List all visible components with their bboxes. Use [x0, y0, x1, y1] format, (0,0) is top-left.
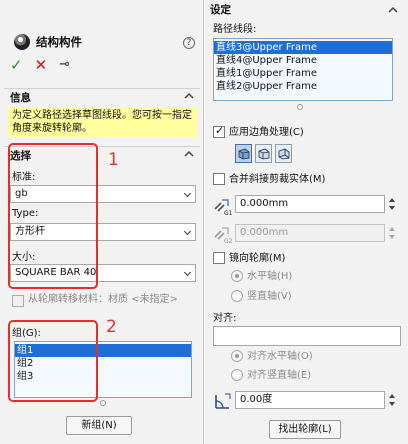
end-miter-icon [258, 148, 269, 159]
size-label: 大小: [12, 252, 36, 263]
mirror-profile-label: 镜向轮廓(M) [229, 253, 286, 264]
confirm-toolbar: ✓ ✕ ⊸ [10, 56, 70, 74]
structural-member-panel: 结构构件 ? ✓ ✕ ⊸ 信息 为定义路径选择草图线段。您可按一指定角度来旋转轮… [0, 0, 204, 444]
group-list[interactable]: 组1 组2 组3 [14, 341, 192, 398]
end-butt-button[interactable] [275, 144, 292, 163]
align-vertical-radio[interactable] [231, 369, 243, 381]
type-label: Type: [12, 208, 39, 219]
path-segment-item[interactable]: 直线3@Upper Frame [214, 41, 392, 54]
corner-treatment-row: 应用边角处理(C) [213, 124, 403, 140]
align-horizontal-radio[interactable] [231, 350, 243, 362]
vertical-axis-radio[interactable] [231, 290, 243, 302]
info-section-header[interactable]: 信息 [4, 88, 200, 106]
end-trim-button[interactable] [235, 144, 252, 163]
align-horizontal-label: 对齐水平轴(O) [247, 351, 313, 362]
size-dropdown[interactable]: SQUARE BAR 40 [10, 264, 196, 282]
corner-treatment-label: 应用边角处理(C) [229, 127, 304, 138]
cancel-button[interactable]: ✕ [35, 57, 48, 73]
info-header-label: 信息 [10, 92, 31, 104]
panel-header: 结构构件 [14, 33, 194, 51]
end-trim-icon [238, 148, 249, 159]
merge-miter-checkbox[interactable] [213, 173, 225, 185]
group-list-item[interactable]: 组1 [15, 344, 191, 357]
path-segment-item[interactable]: 直线2@Upper Frame [214, 80, 392, 93]
group-list-item[interactable]: 组2 [15, 357, 191, 370]
horizontal-axis-radio[interactable] [231, 270, 243, 282]
vertical-axis-label: 竖直轴(V) [247, 291, 292, 302]
path-segment-item[interactable]: 直线1@Upper Frame [214, 67, 392, 80]
path-segments-label: 路径线段: [213, 24, 257, 35]
annotation-number-1: 1 [108, 150, 119, 170]
gap-trim-segment-icon: G2 [214, 227, 233, 244]
collapse-chevron-icon[interactable] [184, 91, 194, 101]
collapse-chevron-icon[interactable] [388, 5, 398, 15]
panel-title: 结构构件 [36, 35, 82, 49]
gap-weld-segment-icon: G1 [214, 199, 233, 216]
merge-row: 合并斜接剪裁实体(M) [213, 173, 403, 187]
group-label: 组(G): [12, 328, 41, 339]
rotation-angle-icon [215, 393, 231, 409]
list-resize-handle[interactable] [100, 400, 106, 406]
rotation-angle-spinner[interactable] [387, 391, 397, 409]
corner-type-buttons [235, 144, 292, 163]
gap1-input[interactable]: 0.000mm [235, 195, 385, 213]
list-resize-handle[interactable] [297, 104, 303, 110]
rotation-angle-input[interactable]: 0.00度 [235, 391, 385, 409]
align-vertical-label: 对齐竖直轴(E) [247, 370, 312, 381]
transfer-material-label: 从轮廓转移材料：材质 <未指定> [28, 294, 178, 305]
align-label: 对齐: [213, 313, 237, 324]
help-icon[interactable]: ? [183, 37, 195, 49]
standard-dropdown[interactable]: gb [10, 185, 196, 203]
structural-member-icon [14, 34, 30, 50]
vertical-axis-option[interactable]: 竖直轴(V) [231, 290, 391, 304]
gap1-icon-label: G1 [224, 210, 233, 216]
annotation-number-2: 2 [106, 317, 117, 337]
selection-section-header[interactable]: 选择 [4, 146, 200, 164]
info-message: 为定义路径选择草图线段。您可按一指定角度来旋转轮廓。 [8, 108, 198, 138]
collapse-chevron-icon[interactable] [184, 149, 194, 159]
corner-treatment-checkbox[interactable] [213, 124, 225, 138]
gap2-icon-label: G2 [224, 238, 233, 244]
gap1-spinner[interactable] [387, 195, 397, 213]
horizontal-axis-label: 水平轴(H) [247, 271, 293, 282]
ok-button[interactable]: ✓ [10, 57, 23, 73]
align-vertical-option[interactable]: 对齐竖直轴(E) [231, 369, 391, 383]
gap2-input[interactable]: 0.000mm [235, 224, 385, 242]
settings-header-label: 设定 [210, 4, 231, 16]
end-butt-icon [278, 148, 289, 159]
selection-header-label: 选择 [10, 150, 31, 162]
standard-label: 标准: [12, 172, 36, 183]
type-dropdown[interactable]: 方形杆 [10, 223, 196, 241]
path-segments-list[interactable]: 直线3@Upper Frame 直线4@Upper Frame 直线1@Uppe… [213, 38, 393, 101]
path-segment-item[interactable]: 直线4@Upper Frame [214, 54, 392, 67]
mirror-profile-row: 镜向轮廓(M) [213, 252, 403, 266]
settings-panel: 设定 路径线段: 直线3@Upper Frame 直线4@Upper Frame… [205, 0, 408, 444]
end-miter-button[interactable] [255, 144, 272, 163]
find-profile-button[interactable]: 找出轮廓(L) [269, 420, 341, 439]
horizontal-axis-option[interactable]: 水平轴(H) [231, 270, 391, 284]
mirror-profile-checkbox[interactable] [213, 252, 225, 264]
group-list-item[interactable]: 组3 [15, 370, 191, 383]
gap2-spinner[interactable] [387, 224, 397, 242]
transfer-material-checkbox[interactable] [12, 295, 24, 307]
settings-section-header[interactable]: 设定 [210, 2, 402, 18]
new-group-button[interactable]: 新组(N) [66, 416, 132, 435]
merge-miter-label: 合并斜接剪裁实体(M) [229, 174, 326, 185]
pin-icon[interactable]: ⊸ [59, 57, 70, 73]
align-reference-field[interactable] [213, 326, 401, 346]
align-horizontal-option[interactable]: 对齐水平轴(O) [231, 350, 391, 364]
